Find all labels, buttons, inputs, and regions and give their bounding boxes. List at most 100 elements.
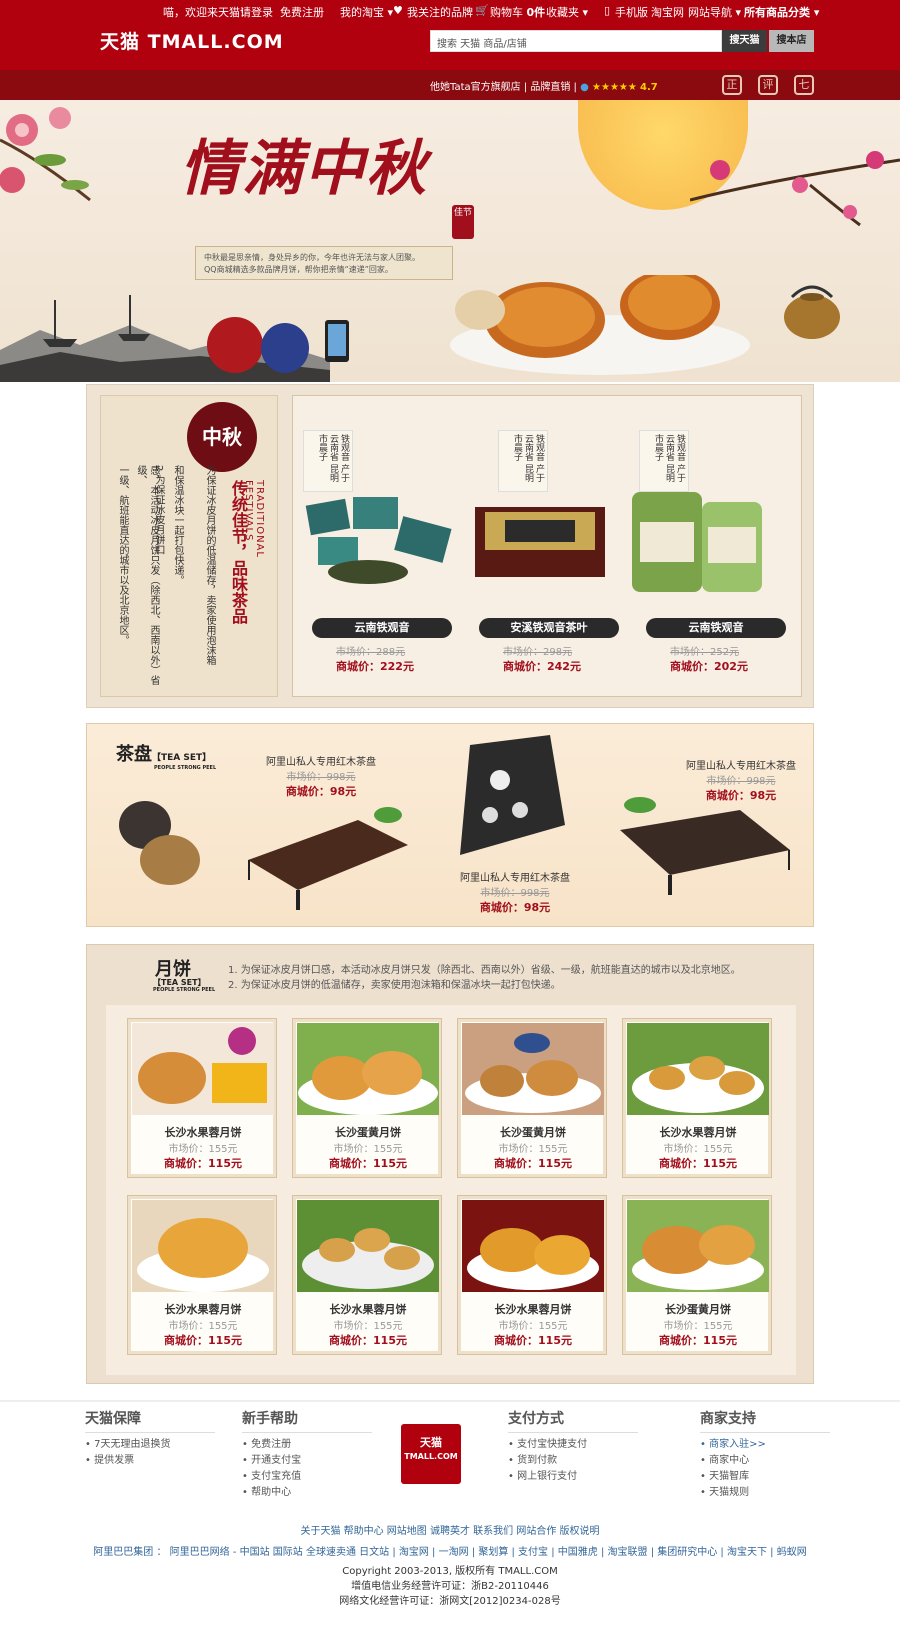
- genuine-icon[interactable]: 正: [722, 75, 742, 95]
- welcome-text: 喵，欢迎来天猫!: [163, 6, 245, 19]
- product-name[interactable]: 阿里山私人专用红木茶盘: [246, 753, 396, 768]
- tea-set-product[interactable]: 阿里山私人专用红木茶盘 市场价：998元 商城价：98元: [440, 869, 590, 915]
- tea-set-product[interactable]: 阿里山私人专用红木茶盘 市场价：998元 商城价：98元: [666, 757, 816, 803]
- taobao-link[interactable]: 淘宝网: [651, 4, 684, 20]
- fav-brands-link[interactable]: 我关注的品牌: [407, 4, 473, 20]
- tea-name[interactable]: 安溪铁观音茶叶: [479, 618, 619, 638]
- tea-set-product[interactable]: 阿里山私人专用红木茶盘 市场价：998元 商城价：98元: [246, 753, 396, 799]
- product-name[interactable]: 长沙蛋黄月饼: [293, 1124, 443, 1140]
- tea-set-label-en: 【TEA SET】: [152, 753, 212, 763]
- tea-product-card[interactable]: 铁观音 产于云南省 昆明市晨子 云南铁观音 市场价：252元 商城价：202元: [632, 430, 802, 680]
- favorites-menu[interactable]: 收藏夹 ▾: [546, 4, 588, 20]
- product-name[interactable]: 长沙水果蓉月饼: [293, 1301, 443, 1317]
- mooncake-label: 月饼 【TEA SET】 PEOPLE STRONG PEEL: [113, 955, 216, 995]
- tea-leaves-image: [305, 497, 452, 584]
- license-line: 网络文化经营许可证：浙网文[2012]0234-028号: [339, 1596, 561, 1607]
- mooncake-card[interactable]: 长沙蛋黄月饼 市场价：155元 商城价：115元: [622, 1195, 772, 1355]
- footer-col-help: 新手帮助 • 免费注册 • 开通支付宝 • 支付宝充值 • 帮助中心: [242, 1408, 372, 1501]
- footer-link[interactable]: • 网上银行支付: [508, 1469, 638, 1485]
- login-link[interactable]: 请登录: [240, 4, 273, 20]
- search-input[interactable]: 搜索 天猫 商品/店铺: [430, 30, 722, 52]
- mooncake-card[interactable]: 长沙水果蓉月饼 市场价：155元 商城价：115元: [457, 1195, 607, 1355]
- tea-tray-image: [248, 807, 408, 910]
- product-name[interactable]: 阿里山私人专用红木茶盘: [440, 869, 590, 884]
- peony-flowers-image: [0, 107, 91, 202]
- footer-link[interactable]: • 货到付款: [508, 1453, 638, 1469]
- market-price: 市场价：155元: [168, 1321, 238, 1332]
- intro-text-col: 为保证冰皮月饼的低温储存，卖家使用泡沫箱: [204, 465, 215, 665]
- product-name[interactable]: 长沙水果蓉月饼: [128, 1301, 278, 1317]
- tea-name[interactable]: 云南铁观音: [646, 618, 786, 638]
- footer-link[interactable]: • 提供发票: [85, 1453, 215, 1469]
- site-nav-menu[interactable]: 网站导航 ▾: [688, 4, 741, 20]
- market-price: 市场价：155元: [333, 1144, 403, 1155]
- tmall-logo[interactable]: 天猫 TMALL.COM: [100, 27, 284, 54]
- footer-link[interactable]: • 天猫智库: [700, 1469, 830, 1485]
- footer-col-guarantee: 天猫保障 • 7天无理由退换货 • 提供发票: [85, 1408, 215, 1469]
- mooncake-label-sub: PEOPLE STRONG PEEL: [153, 987, 216, 993]
- mooncake-image: [132, 1200, 274, 1292]
- tea-product-card[interactable]: 铁观音 产于云南省 昆明市晨子 安溪铁观音茶叶 市场价：298元 商城价：242…: [465, 430, 635, 680]
- rating-stars: ★★★★★: [592, 82, 637, 93]
- tea-name[interactable]: 云南铁观音: [312, 618, 452, 638]
- footer-link[interactable]: • 支付宝充值: [242, 1469, 372, 1485]
- search-shop-button[interactable]: 搜本店: [769, 30, 814, 52]
- sale-price: 商城价：98元: [479, 901, 551, 914]
- product-name[interactable]: 阿里山私人专用红木茶盘: [666, 757, 816, 772]
- mooncake-card[interactable]: 长沙蛋黄月饼 市场价：155元 商城价：115元: [292, 1018, 442, 1178]
- footer-col-title: 支付方式: [508, 1408, 638, 1433]
- seven-day-return-icon[interactable]: 七: [794, 75, 814, 95]
- sale-price: 商城价：115元: [329, 1334, 407, 1347]
- mooncake-card[interactable]: 长沙水果蓉月饼 市场价：155元 商城价：115元: [292, 1195, 442, 1355]
- footer-link[interactable]: • 商家入驻>>: [700, 1437, 830, 1453]
- market-price: 市场价：298元: [503, 647, 573, 658]
- mobile-icon: ▯: [604, 4, 611, 17]
- alibaba-group-links[interactable]: 阿里巴巴集团 ： 阿里巴巴网络 - 中国站 国际站 全球速卖通 日文站 | 淘宝…: [0, 1543, 900, 1558]
- mid-autumn-banner[interactable]: 情满中秋 佳节 中秋最是思亲情，身处异乡的你，今年也许无法与家人团聚。 QQ商城…: [0, 100, 900, 382]
- register-link[interactable]: 免费注册: [280, 4, 324, 20]
- footer-links[interactable]: 关于天猫 帮助中心 网站地图 诚聘英才 联系我们 网站合作 版权说明: [0, 1522, 900, 1537]
- heart-icon: ♥: [393, 4, 403, 17]
- footer-link[interactable]: • 开通支付宝: [242, 1453, 372, 1469]
- market-price: 市场价：998元: [480, 888, 550, 899]
- sale-price: 商城价：115元: [329, 1157, 407, 1170]
- market-price: 市场价：155元: [498, 1144, 568, 1155]
- footer-link[interactable]: • 支付宝快捷支付: [508, 1437, 638, 1453]
- banner-note-line2: QQ商城精选多款品牌月饼，帮你把亲情“速递”回家。: [204, 265, 393, 274]
- product-name[interactable]: 长沙水果蓉月饼: [458, 1301, 608, 1317]
- shop-name[interactable]: 他她Tata官方旗舰店: [430, 82, 521, 93]
- search-tmall-button[interactable]: 搜天猫: [722, 30, 767, 52]
- footer-link[interactable]: • 商家中心: [700, 1453, 830, 1469]
- footer-link[interactable]: • 免费注册: [242, 1437, 372, 1453]
- product-name[interactable]: 长沙蛋黄月饼: [458, 1124, 608, 1140]
- tea-jars-image: [119, 801, 200, 885]
- footer-col-title: 商家支持: [700, 1408, 830, 1433]
- product-name[interactable]: 长沙蛋黄月饼: [623, 1301, 773, 1317]
- badge-line: TMALL.COM: [404, 1452, 458, 1461]
- product-name[interactable]: 长沙水果蓉月饼: [128, 1124, 278, 1140]
- all-categories-menu[interactable]: 所有商品分类 ▾: [744, 4, 819, 20]
- mobile-link[interactable]: 手机版: [615, 4, 648, 20]
- tmall-footer-badge[interactable]: 天猫 TMALL.COM: [401, 1424, 461, 1484]
- review-icon[interactable]: 评: [758, 75, 778, 95]
- tea-set-label-cn: 茶盘: [116, 744, 152, 765]
- footer-link[interactable]: • 天猫规则: [700, 1485, 830, 1501]
- mooncake-card[interactable]: 长沙水果蓉月饼 市场价：155元 商城价：115元: [622, 1018, 772, 1178]
- mid-autumn-seal: 中秋: [187, 402, 257, 472]
- sale-price: 商城价：242元: [503, 660, 581, 673]
- footer-link[interactable]: • 帮助中心: [242, 1485, 372, 1501]
- license-line: 增值电信业务经营许可证：浙B2-20110446: [351, 1581, 549, 1592]
- mooncake-card[interactable]: 长沙水果蓉月饼 市场价：155元 商城价：115元: [127, 1195, 277, 1355]
- rating-score: 4.7: [640, 82, 658, 93]
- mooncake-card[interactable]: 长沙蛋黄月饼 市场价：155元 商城价：115元: [457, 1018, 607, 1178]
- product-name[interactable]: 长沙水果蓉月饼: [623, 1124, 773, 1140]
- my-taobao-menu[interactable]: 我的淘宝 ▾: [340, 4, 393, 20]
- teapot-image: [784, 285, 840, 339]
- gift-bags-image: [207, 317, 349, 373]
- footer-link[interactable]: • 7天无理由退换货: [85, 1437, 215, 1453]
- mooncake-image: [297, 1200, 439, 1292]
- tea-product-card[interactable]: 铁观音 产于云南省 昆明市晨子 云南铁观音 市场价：288元 商城价：222元: [298, 430, 468, 680]
- mooncake-card[interactable]: 长沙水果蓉月饼 市场价：155元 商城价：115元: [127, 1018, 277, 1178]
- market-price: 市场价：288元: [336, 647, 406, 658]
- cart-link[interactable]: 购物车 0件: [490, 4, 545, 20]
